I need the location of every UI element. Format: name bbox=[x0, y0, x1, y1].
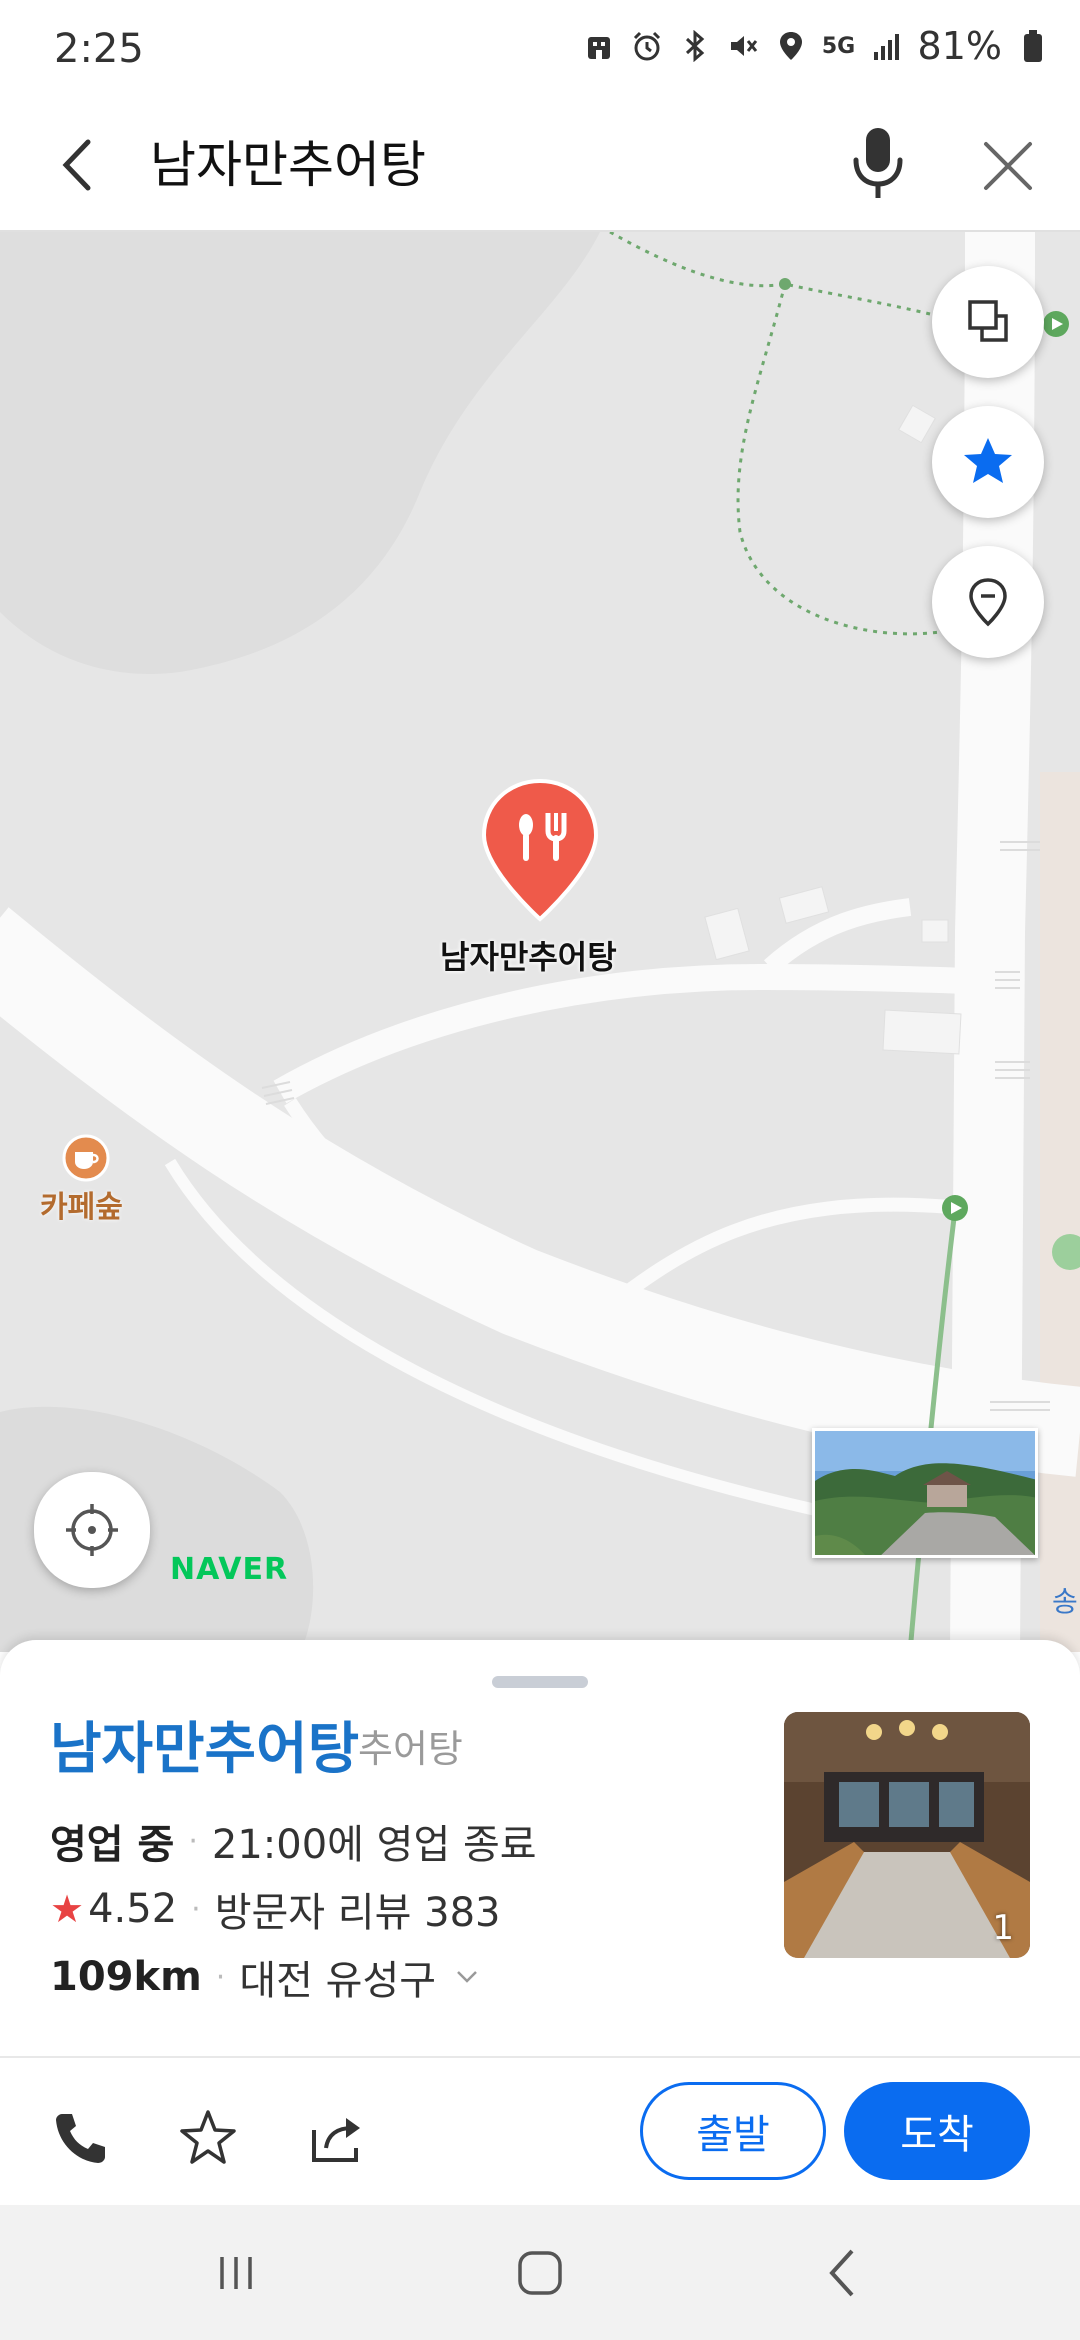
call-button[interactable] bbox=[48, 2106, 112, 2170]
home-button[interactable] bbox=[508, 2241, 572, 2305]
review-count[interactable]: 방문자 리뷰 383 bbox=[215, 1880, 501, 1938]
microphone-icon bbox=[853, 128, 903, 198]
crosshair-icon bbox=[66, 1504, 118, 1556]
system-nav-bar bbox=[0, 2205, 1080, 2340]
naver-logo: NAVER bbox=[170, 1552, 289, 1587]
location-minus-icon bbox=[969, 578, 1007, 627]
business-hours: 21:00에 영업 종료 bbox=[211, 1822, 537, 1868]
chevron-down-icon[interactable] bbox=[452, 1962, 482, 1992]
distance: 109km bbox=[50, 1954, 202, 2000]
location-icon bbox=[774, 29, 808, 63]
signal-icon bbox=[870, 29, 904, 63]
search-input[interactable]: 남자만추어탕 bbox=[150, 130, 426, 200]
favorites-button[interactable] bbox=[932, 406, 1044, 518]
layers-icon bbox=[968, 300, 1008, 342]
battery-icon bbox=[1016, 29, 1050, 63]
close-icon bbox=[984, 142, 1032, 190]
pin-location-button[interactable] bbox=[932, 546, 1044, 658]
photo-count: 1 bbox=[992, 1908, 1014, 1948]
restaurant-pin[interactable] bbox=[480, 777, 600, 927]
cafe-poi-label: 카페숲 bbox=[40, 1190, 123, 1225]
back-chevron-icon bbox=[829, 2249, 854, 2297]
share-icon bbox=[312, 2118, 360, 2162]
place-name[interactable]: 남자만추어탕 bbox=[50, 1704, 359, 1785]
voice-search-button[interactable] bbox=[838, 120, 918, 210]
current-location-button[interactable] bbox=[34, 1472, 150, 1588]
phone-icon bbox=[56, 2114, 105, 2163]
recent-apps-button[interactable] bbox=[204, 2241, 268, 2305]
back-nav-button[interactable] bbox=[812, 2241, 876, 2305]
drag-handle[interactable] bbox=[492, 1676, 588, 1688]
place-bottom-sheet[interactable]: 남자만추어탕 추어탕 영업 중 · 21:00에 영업 종료 ★ 4.52 · … bbox=[0, 1640, 1080, 2205]
mute-icon bbox=[726, 29, 760, 63]
rating-value: 4.52 bbox=[88, 1886, 178, 1932]
star-outline-icon bbox=[180, 2110, 236, 2164]
share-button[interactable] bbox=[306, 2106, 370, 2170]
building-icon bbox=[582, 29, 616, 63]
back-arrow-icon bbox=[62, 139, 91, 191]
separator-dot: · bbox=[215, 1959, 226, 1995]
map-view[interactable]: 남자만추어탕 카페숲 NAVER 송 bbox=[0, 232, 1080, 1652]
pin-label: 남자만추어탕 bbox=[440, 938, 617, 976]
star-icon bbox=[964, 438, 1012, 483]
rating-star-icon: ★ bbox=[50, 1887, 85, 1931]
distance-row[interactable]: 109km · 대전 유성구 bbox=[50, 1948, 482, 2006]
separator-dot: · bbox=[191, 1891, 201, 1927]
bluetooth-icon bbox=[678, 29, 712, 63]
search-header: 남자만추어탕 bbox=[0, 100, 1080, 232]
back-button[interactable] bbox=[44, 130, 114, 200]
rating-row: ★ 4.52 · 방문자 리뷰 383 bbox=[50, 1880, 500, 1938]
clear-search-button[interactable] bbox=[968, 126, 1048, 206]
business-hours-row: 영업 중 · 21:00에 영업 종료 bbox=[50, 1812, 537, 1870]
divider bbox=[0, 2056, 1080, 2058]
network-5g-icon: 5G bbox=[821, 33, 856, 59]
depart-button[interactable]: 출발 bbox=[640, 2082, 826, 2180]
status-bar: 2:25 5G 81% bbox=[0, 0, 1080, 100]
battery-percent: 81% bbox=[917, 24, 1002, 68]
place-photo[interactable]: 1 bbox=[784, 1712, 1030, 1958]
restaurant-pin-icon bbox=[481, 778, 599, 922]
place-category: 추어탕 bbox=[358, 1727, 463, 1771]
alarm-icon bbox=[630, 29, 664, 63]
map-edge-label: 송 bbox=[1052, 1585, 1078, 1618]
arrive-button[interactable]: 도착 bbox=[844, 2082, 1030, 2180]
home-icon bbox=[518, 2251, 562, 2295]
layers-button[interactable] bbox=[932, 266, 1044, 378]
street-view-image bbox=[815, 1431, 1035, 1555]
business-status: 영업 중 bbox=[50, 1822, 175, 1868]
cafe-poi[interactable] bbox=[62, 1134, 110, 1182]
street-view-thumbnail[interactable] bbox=[812, 1428, 1038, 1558]
recent-apps-icon bbox=[220, 2257, 252, 2289]
status-time: 2:25 bbox=[54, 26, 144, 72]
cafe-icon bbox=[62, 1134, 110, 1182]
status-icons: 5G 81% bbox=[582, 24, 1050, 68]
address: 대전 유성구 bbox=[239, 1958, 437, 2004]
separator-dot: · bbox=[188, 1823, 198, 1859]
save-button[interactable] bbox=[176, 2106, 240, 2170]
